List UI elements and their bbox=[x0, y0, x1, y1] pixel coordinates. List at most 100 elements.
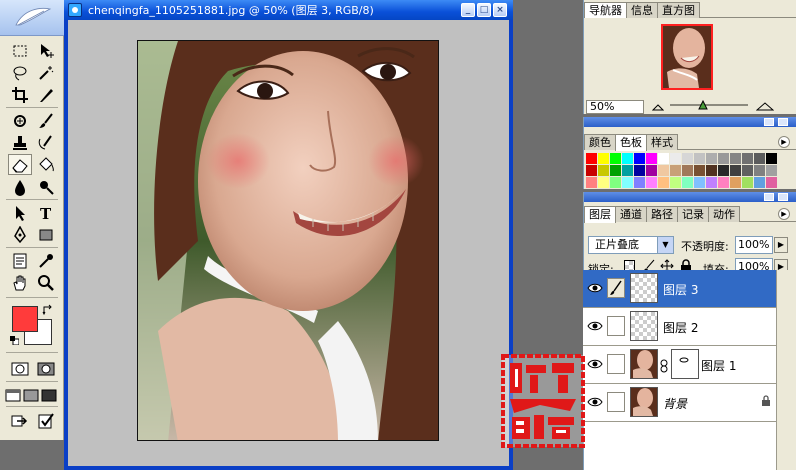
color-swatch[interactable] bbox=[742, 153, 753, 164]
palette-menu-icon[interactable]: ▶ bbox=[778, 208, 790, 220]
color-swatch[interactable] bbox=[754, 165, 765, 176]
color-swatch[interactable] bbox=[718, 165, 729, 176]
eye-icon[interactable] bbox=[587, 395, 603, 409]
color-swatch[interactable] bbox=[586, 165, 597, 176]
color-swatch[interactable] bbox=[586, 153, 597, 164]
color-swatch[interactable] bbox=[658, 165, 669, 176]
history-brush-tool-icon[interactable] bbox=[34, 132, 58, 153]
clone-stamp-tool-icon[interactable] bbox=[8, 132, 32, 153]
color-swatch[interactable] bbox=[682, 165, 693, 176]
color-swatch[interactable] bbox=[610, 153, 621, 164]
color-swatch[interactable] bbox=[610, 165, 621, 176]
layer-row-1[interactable]: 图层 1 bbox=[583, 346, 776, 384]
layer-mask-thumbnail[interactable] bbox=[671, 349, 699, 379]
full-screen-mode-icon[interactable] bbox=[40, 384, 58, 405]
type-tool-icon[interactable]: T bbox=[34, 202, 58, 223]
color-swatch[interactable] bbox=[766, 165, 777, 176]
tab-paths[interactable]: 路径 bbox=[646, 206, 678, 222]
full-screen-menu-mode-icon[interactable] bbox=[22, 384, 40, 405]
color-swatch[interactable] bbox=[718, 177, 729, 188]
color-swatch[interactable] bbox=[730, 165, 741, 176]
layer-name[interactable]: 背景 bbox=[663, 395, 687, 412]
color-swatch[interactable] bbox=[754, 177, 765, 188]
color-swatch[interactable] bbox=[694, 165, 705, 176]
color-swatch[interactable] bbox=[694, 153, 705, 164]
color-swatch[interactable] bbox=[658, 177, 669, 188]
layers-scrollbar[interactable] bbox=[776, 270, 796, 470]
layer-link-box[interactable] bbox=[607, 316, 625, 336]
layer-name[interactable]: 图层 3 bbox=[663, 281, 698, 298]
document-title-bar[interactable]: chenqingfa_1105251881.jpg @ 50% (图层 3, R… bbox=[64, 0, 513, 20]
color-swatch[interactable] bbox=[670, 153, 681, 164]
chain-link-icon[interactable] bbox=[660, 359, 668, 373]
tab-channels[interactable]: 通道 bbox=[615, 206, 647, 222]
jump-to-imageready-icon[interactable] bbox=[8, 410, 32, 431]
color-swatch[interactable] bbox=[730, 153, 741, 164]
zoom-slider-track[interactable] bbox=[670, 104, 748, 106]
tab-layers[interactable]: 图层 bbox=[584, 206, 616, 223]
layer-link-box[interactable] bbox=[607, 278, 625, 298]
layer-row-2[interactable]: 图层 2 bbox=[583, 308, 776, 346]
zoom-in-icon[interactable] bbox=[756, 100, 774, 112]
eyedropper-tool-icon[interactable] bbox=[34, 250, 58, 271]
color-swatch[interactable] bbox=[706, 165, 717, 176]
navigator-zoom-input[interactable]: 50% bbox=[586, 100, 644, 114]
foreground-color-swatch[interactable] bbox=[12, 306, 38, 332]
zoom-slider-thumb[interactable] bbox=[698, 100, 708, 110]
quick-mask-mode-icon[interactable] bbox=[34, 358, 58, 379]
default-colors-icon[interactable] bbox=[10, 336, 19, 345]
standard-mode-icon[interactable] bbox=[8, 358, 32, 379]
palette-grip[interactable] bbox=[584, 117, 796, 127]
layer-link-box[interactable] bbox=[607, 392, 625, 412]
color-swatch[interactable] bbox=[706, 177, 717, 188]
palette-close-icon[interactable] bbox=[778, 118, 788, 126]
eye-icon[interactable] bbox=[587, 319, 603, 333]
color-swatch[interactable] bbox=[610, 177, 621, 188]
standard-screen-mode-icon[interactable] bbox=[4, 384, 22, 405]
color-swatch[interactable] bbox=[634, 177, 645, 188]
tab-swatches[interactable]: 色板 bbox=[615, 134, 647, 151]
checkmark-icon[interactable] bbox=[34, 410, 58, 431]
blend-mode-select[interactable]: 正片叠底 ▼ bbox=[588, 236, 674, 254]
color-swatch[interactable] bbox=[766, 177, 777, 188]
palette-minimize-icon[interactable] bbox=[764, 193, 774, 201]
color-swatch[interactable] bbox=[682, 153, 693, 164]
color-swatch[interactable] bbox=[730, 177, 741, 188]
color-swatch[interactable] bbox=[646, 153, 657, 164]
tab-color[interactable]: 颜色 bbox=[584, 134, 616, 150]
color-swatch[interactable] bbox=[754, 153, 765, 164]
color-swatch[interactable] bbox=[706, 153, 717, 164]
color-swatch[interactable] bbox=[742, 177, 753, 188]
pen-tool-icon[interactable] bbox=[8, 224, 32, 245]
marquee-tool-icon[interactable] bbox=[8, 40, 32, 61]
chevron-down-icon[interactable]: ▼ bbox=[657, 237, 673, 253]
tab-navigator[interactable]: 导航器 bbox=[584, 2, 627, 19]
eye-icon[interactable] bbox=[587, 281, 603, 295]
move-tool-icon[interactable] bbox=[34, 40, 58, 61]
magic-wand-tool-icon[interactable] bbox=[34, 62, 58, 83]
notes-tool-icon[interactable] bbox=[8, 250, 32, 271]
minimize-icon[interactable]: _ bbox=[461, 3, 475, 17]
color-swatch[interactable] bbox=[658, 153, 669, 164]
color-swatch[interactable] bbox=[670, 177, 681, 188]
maximize-icon[interactable]: □ bbox=[477, 3, 491, 17]
layer-name[interactable]: 图层 2 bbox=[663, 319, 698, 336]
color-swatch[interactable] bbox=[634, 165, 645, 176]
color-swatch[interactable] bbox=[718, 153, 729, 164]
eraser-tool-icon[interactable] bbox=[8, 154, 32, 175]
healing-brush-tool-icon[interactable] bbox=[8, 110, 32, 131]
lasso-tool-icon[interactable] bbox=[8, 62, 32, 83]
zoom-out-icon[interactable] bbox=[652, 101, 664, 113]
slice-tool-icon[interactable] bbox=[34, 84, 58, 105]
brush-tool-icon[interactable] bbox=[34, 110, 58, 131]
portrait-photo[interactable] bbox=[137, 40, 439, 441]
canvas-area[interactable] bbox=[68, 20, 509, 466]
swap-colors-icon[interactable] bbox=[42, 304, 54, 316]
eye-icon[interactable] bbox=[587, 357, 603, 371]
crop-tool-icon[interactable] bbox=[8, 84, 32, 105]
tab-histogram[interactable]: 直方图 bbox=[657, 2, 700, 18]
color-swatch[interactable] bbox=[694, 177, 705, 188]
layer-link-box[interactable] bbox=[607, 354, 625, 374]
color-swatch[interactable] bbox=[598, 165, 609, 176]
dodge-tool-icon[interactable] bbox=[34, 176, 58, 197]
